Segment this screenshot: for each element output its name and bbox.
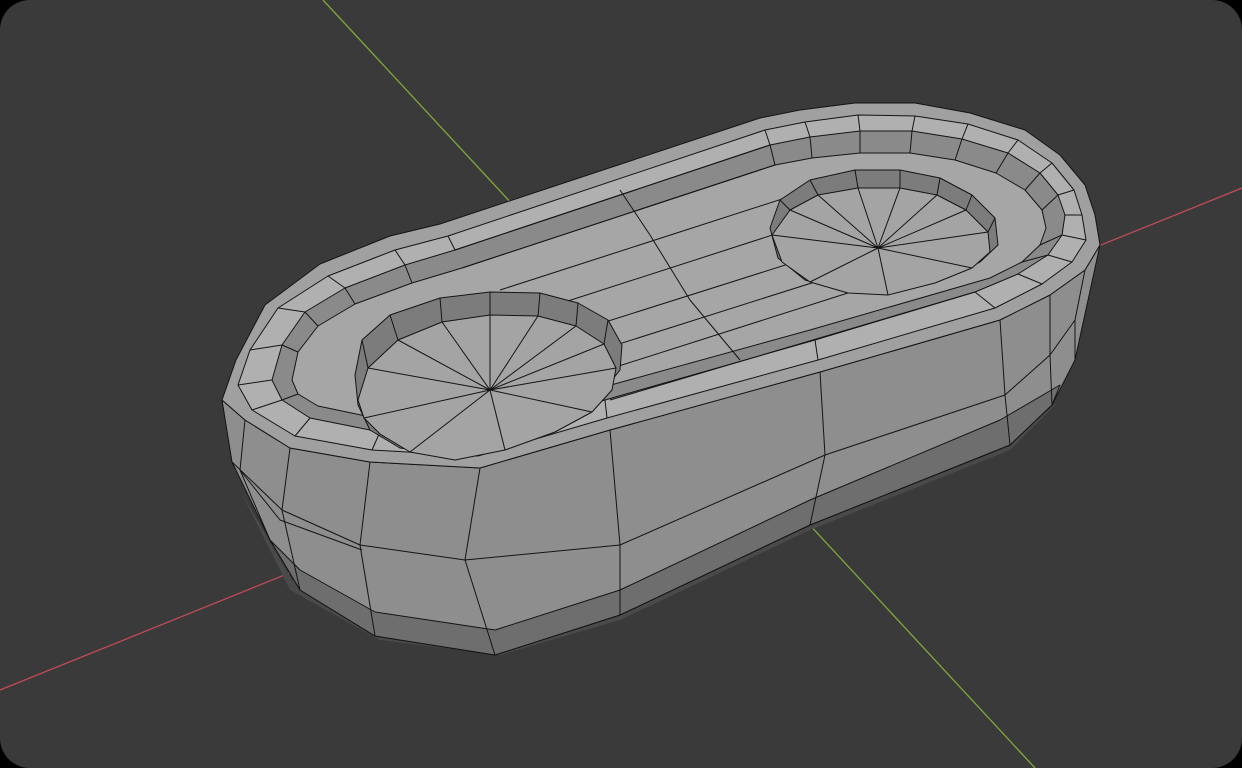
3d-viewport[interactable] — [0, 0, 1242, 768]
tray-mesh[interactable] — [221, 102, 1101, 656]
viewport-canvas[interactable] — [0, 0, 1242, 768]
